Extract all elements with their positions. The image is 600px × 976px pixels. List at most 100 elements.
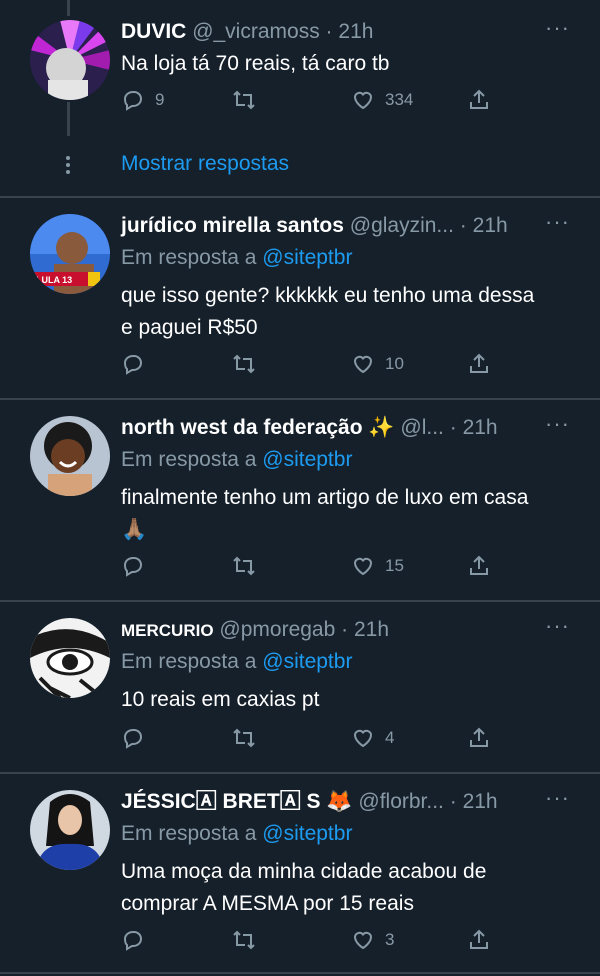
author-handle[interactable]: @florbr... (358, 790, 444, 813)
reply-handle-link[interactable]: @siteptbr (262, 246, 352, 269)
tweet-header: MERCURIO @pmoregab · 21h (121, 616, 389, 645)
retweet-button[interactable] (231, 352, 257, 376)
reply-icon (121, 554, 145, 578)
reply-button[interactable] (121, 726, 145, 750)
tweet-text: finalmente tenho um artigo de luxo em ca… (121, 486, 529, 541)
tweet-actions: 15 (121, 554, 501, 584)
reply-prefix: Em resposta a (121, 822, 257, 845)
timestamp[interactable]: 21h (463, 416, 498, 439)
reply-prefix: Em resposta a (121, 246, 257, 269)
tweet[interactable]: MERCURIO @pmoregab · 21h ··· Em resposta… (0, 615, 600, 766)
timestamp[interactable]: 21h (473, 214, 508, 237)
divider (0, 196, 600, 198)
share-button[interactable] (467, 352, 491, 376)
avatar[interactable] (30, 790, 110, 870)
retweet-button[interactable] (231, 88, 257, 112)
avatar[interactable] (30, 618, 110, 698)
reply-prefix: Em resposta a (121, 448, 257, 471)
tweet[interactable]: LULA 13 jurídico mirella santos @glayzin… (0, 211, 600, 392)
separator-dot: · (325, 20, 333, 43)
author-name[interactable]: JÉSSIC🄰 BRET🄰 S 🦊 (121, 790, 353, 813)
reply-button[interactable] (121, 352, 145, 376)
share-icon (467, 352, 491, 376)
timestamp[interactable]: 21h (338, 20, 373, 43)
reply-context: Em resposta a @siteptbr (121, 648, 352, 676)
like-button[interactable]: 3 (351, 928, 394, 952)
ellipsis-vertical-icon (66, 156, 70, 177)
avatar[interactable] (30, 20, 110, 100)
heart-icon (351, 726, 375, 750)
reply-button[interactable] (121, 554, 145, 578)
author-handle[interactable]: @pmoregab (219, 618, 335, 641)
reply-icon (121, 352, 145, 376)
tweet-header: jurídico mirella santos @glayzin... · 21… (121, 212, 508, 240)
show-replies-link[interactable]: Mostrar respostas (121, 152, 289, 176)
retweet-button[interactable] (231, 726, 257, 750)
tweet-header: DUVIC @_vicramoss · 21h (121, 18, 373, 46)
share-button[interactable] (467, 726, 491, 750)
tweet-actions: 4 (121, 726, 501, 756)
tweet[interactable]: DUVIC @_vicramoss · 21h ··· Na loja tá 7… (0, 17, 600, 138)
author-name[interactable]: north west da federação ✨ (121, 416, 395, 439)
heart-icon (351, 352, 375, 376)
retweet-button[interactable] (231, 928, 257, 952)
reply-handle-link[interactable]: @siteptbr (262, 822, 352, 845)
retweet-icon (231, 928, 257, 952)
like-count: 334 (385, 90, 414, 109)
more-icon[interactable]: ··· (545, 413, 570, 435)
reply-count: 9 (155, 90, 165, 109)
retweet-icon (231, 726, 257, 750)
reply-handle-link[interactable]: @siteptbr (262, 650, 352, 673)
tweet-text: Uma moça da minha cidade acabou de compr… (121, 860, 487, 915)
share-button[interactable] (467, 928, 491, 952)
divider (0, 972, 600, 974)
tweet[interactable]: north west da federação ✨ @l... · 21h ··… (0, 413, 600, 594)
share-button[interactable] (467, 554, 491, 578)
avatar[interactable]: LULA 13 (30, 214, 110, 294)
reply-handle-link[interactable]: @siteptbr (262, 448, 352, 471)
reply-context: Em resposta a @siteptbr (121, 446, 352, 474)
divider (0, 398, 600, 400)
separator-dot: · (341, 618, 349, 641)
author-handle[interactable]: @l... (400, 416, 444, 439)
more-icon[interactable]: ··· (545, 17, 570, 39)
author-handle[interactable]: @glayzin... (350, 214, 454, 237)
tweet-header: north west da federação ✨ @l... · 21h (121, 414, 498, 442)
author-handle[interactable]: @_vicramoss (192, 20, 320, 43)
reply-icon (121, 726, 145, 750)
heart-icon (351, 88, 375, 112)
reply-button[interactable] (121, 928, 145, 952)
like-button[interactable]: 15 (351, 554, 404, 578)
author-name[interactable]: MERCURIO (121, 621, 214, 640)
reply-icon (121, 928, 145, 952)
like-count: 3 (385, 930, 395, 949)
more-icon[interactable]: ··· (545, 787, 570, 809)
tweet[interactable]: JÉSSIC🄰 BRET🄰 S 🦊 @florbr... · 21h ··· E… (0, 787, 600, 968)
like-count: 15 (385, 556, 404, 575)
share-button[interactable] (467, 88, 491, 112)
author-name[interactable]: DUVIC (121, 20, 186, 43)
timestamp[interactable]: 21h (463, 790, 498, 813)
tweet-text: que isso gente? kkkkkk eu tenho uma dess… (121, 284, 535, 339)
divider (0, 772, 600, 774)
author-name[interactable]: jurídico mirella santos (121, 214, 344, 237)
like-button[interactable]: 334 (351, 88, 413, 112)
avatar[interactable] (30, 416, 110, 496)
reply-context: Em resposta a @siteptbr (121, 820, 352, 848)
separator-dot: · (459, 214, 467, 237)
tweet-actions: 9 334 (121, 88, 501, 118)
reply-context: Em resposta a @siteptbr (121, 244, 352, 272)
more-icon[interactable]: ··· (545, 211, 570, 233)
reply-button[interactable]: 9 (121, 88, 164, 112)
like-count: 4 (385, 728, 395, 747)
heart-icon (351, 554, 375, 578)
share-icon (467, 88, 491, 112)
avatar-badge: LULA 13 (36, 275, 72, 285)
more-icon[interactable]: ··· (545, 615, 570, 637)
timestamp[interactable]: 21h (354, 618, 389, 641)
share-icon (467, 928, 491, 952)
like-button[interactable]: 4 (351, 726, 394, 750)
like-button[interactable]: 10 (351, 352, 404, 376)
retweet-button[interactable] (231, 554, 257, 578)
retweet-icon (231, 88, 257, 112)
